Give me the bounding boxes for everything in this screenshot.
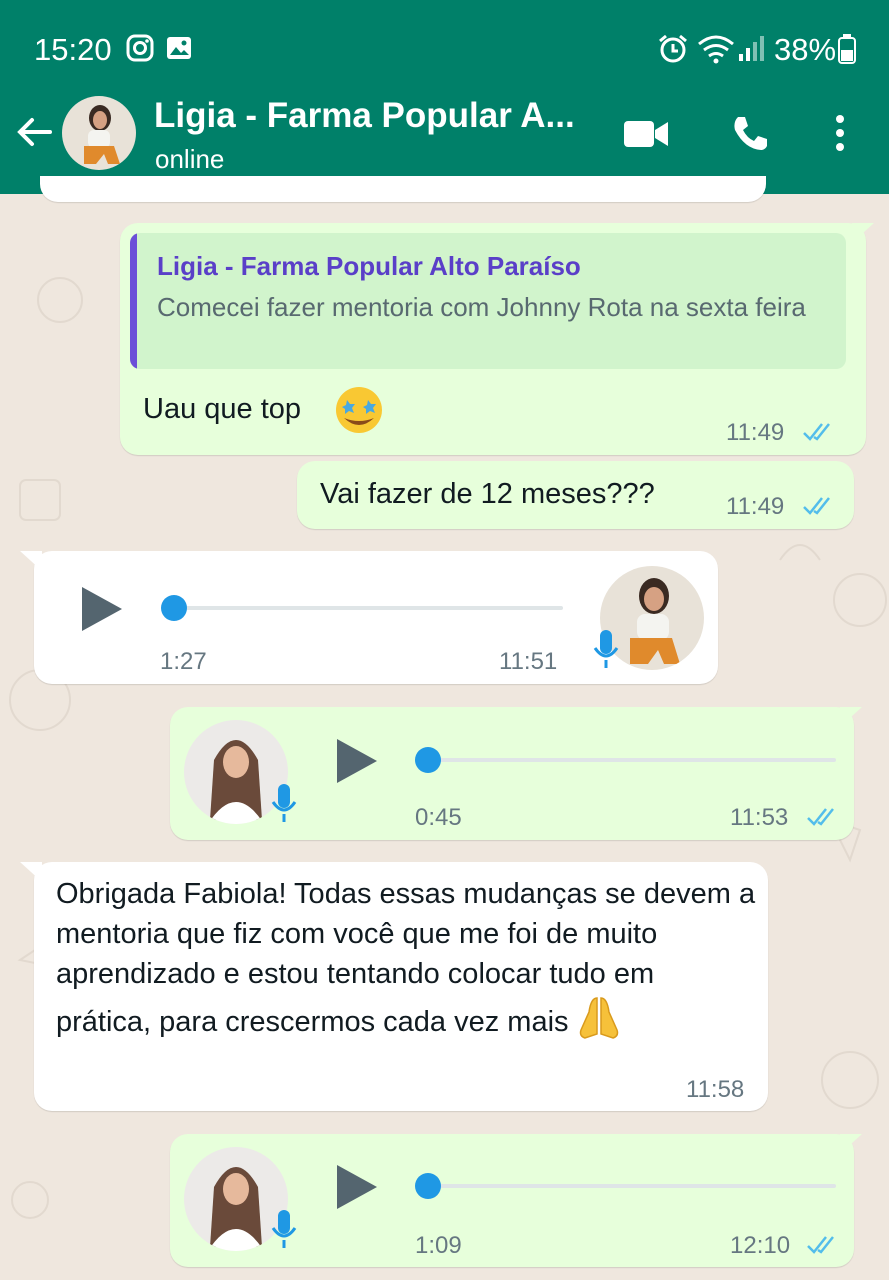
play-button-icon[interactable] <box>335 737 379 790</box>
read-ticks-icon <box>802 495 836 522</box>
voice-duration: 1:09 <box>415 1232 462 1259</box>
contact-status: online <box>155 144 225 174</box>
voice-progress-track[interactable] <box>428 1184 836 1188</box>
voice-progress-track[interactable] <box>428 758 836 762</box>
bubble-tail <box>840 1134 862 1154</box>
battery-icon <box>838 34 856 69</box>
contact-avatar[interactable] <box>62 96 136 170</box>
voice-progress-handle[interactable] <box>161 595 187 621</box>
message-text: Obrigada Fabiola! Todas essas mudanças s… <box>56 874 756 1053</box>
message-text-content: Obrigada Fabiola! Todas essas mudanças s… <box>56 878 756 1039</box>
voice-call-icon[interactable] <box>730 114 770 159</box>
quoted-sender-name: Ligia - Farma Popular Alto Paraíso <box>157 251 581 281</box>
folded-hands-emoji-icon <box>577 994 621 1053</box>
instagram-icon <box>126 34 154 67</box>
message-text: Vai fazer de 12 meses??? <box>320 478 655 510</box>
status-bar: 15:20 38% <box>0 0 889 90</box>
contact-name[interactable]: Ligia - Farma Popular A... <box>154 96 575 136</box>
battery-percentage: 38% <box>774 32 837 67</box>
voice-duration: 0:45 <box>415 804 462 831</box>
read-ticks-icon <box>806 806 840 833</box>
quoted-message[interactable]: Ligia - Farma Popular Alto Paraíso Comec… <box>130 233 846 369</box>
quote-accent-bar <box>130 233 137 369</box>
message-time: 11:49 <box>726 493 785 520</box>
star-struck-emoji-icon <box>334 385 384 440</box>
video-call-icon[interactable] <box>623 118 669 155</box>
bubble-tail <box>20 862 42 882</box>
bubble-tail <box>20 551 42 571</box>
message-time: 11:53 <box>730 804 789 831</box>
voice-progress-handle[interactable] <box>415 747 441 773</box>
voice-progress-handle[interactable] <box>415 1173 441 1199</box>
gallery-icon <box>165 34 193 67</box>
wifi-icon <box>697 34 735 69</box>
message-time: 11:49 <box>726 419 785 446</box>
back-arrow-icon[interactable] <box>14 112 54 152</box>
previous-message-bubble <box>40 176 766 202</box>
app-header: 15:20 38% Ligia - Farma Popular A... onl… <box>0 0 889 194</box>
status-time: 15:20 <box>34 32 112 67</box>
voice-progress-track[interactable] <box>170 606 563 610</box>
microphone-icon <box>592 628 620 675</box>
play-button-icon[interactable] <box>335 1163 379 1216</box>
bubble-tail <box>840 707 862 727</box>
bubble-tail <box>852 223 874 243</box>
message-time: 11:58 <box>686 1076 745 1103</box>
alarm-icon <box>657 34 689 69</box>
quoted-text: Comecei fazer mentoria com Johnny Rota n… <box>157 292 806 322</box>
message-text: Uau que top <box>143 393 302 425</box>
message-time: 12:10 <box>730 1232 791 1259</box>
voice-duration: 1:27 <box>160 648 207 675</box>
read-ticks-icon <box>806 1234 840 1261</box>
read-ticks-icon <box>802 421 836 448</box>
message-time: 11:51 <box>499 648 558 675</box>
microphone-icon <box>270 782 298 829</box>
microphone-icon <box>270 1208 298 1255</box>
more-options-icon[interactable] <box>832 114 848 157</box>
signal-icon <box>738 34 764 67</box>
play-button-icon[interactable] <box>80 585 124 638</box>
